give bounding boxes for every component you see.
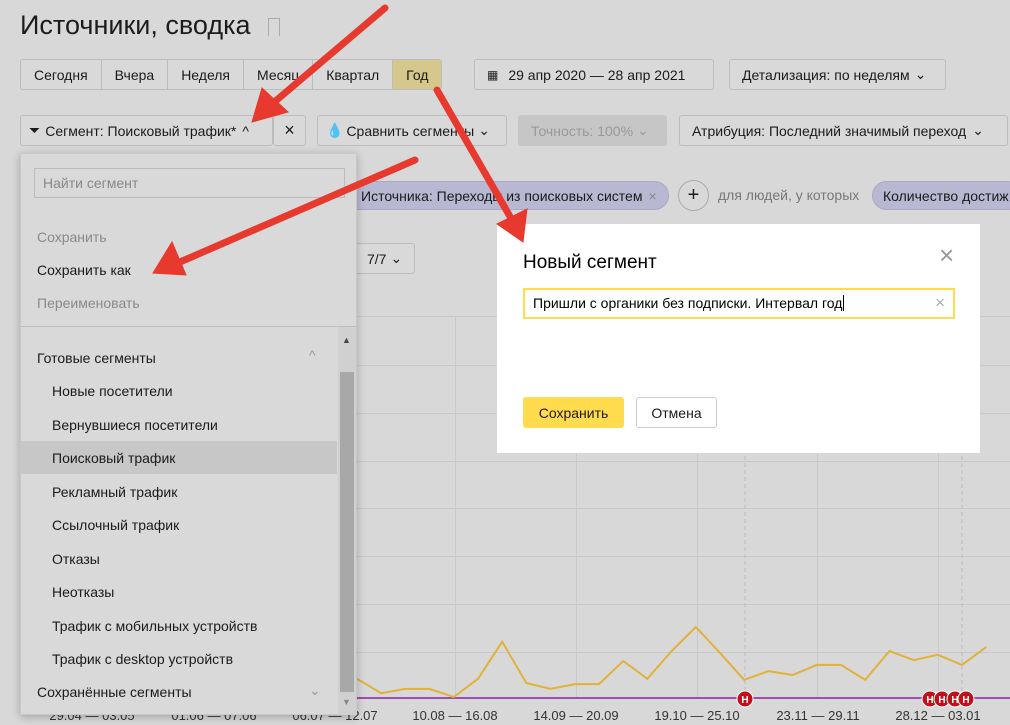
close-icon[interactable]: × — [939, 242, 954, 268]
data-point — [429, 688, 431, 690]
data-point — [622, 660, 624, 662]
data-point — [598, 683, 600, 685]
event-marker[interactable]: Н — [736, 690, 754, 708]
data-point — [380, 692, 382, 694]
data-point — [695, 626, 697, 628]
menu-rename[interactable]: Переименовать — [37, 295, 140, 311]
svg-text:Н: Н — [938, 695, 945, 706]
data-point — [719, 652, 721, 654]
x-tick-label: 19.10 — 25.10 — [654, 708, 740, 723]
segment-dropdown: Найти сегмент Сохранить Сохранить как Пе… — [20, 153, 358, 715]
data-point — [888, 650, 890, 652]
segment-item[interactable]: Трафик с desktop устройств — [21, 642, 337, 675]
data-point — [961, 664, 963, 666]
data-point — [816, 664, 818, 666]
data-point — [937, 654, 939, 656]
segment-item[interactable]: Новые посетители — [21, 374, 337, 407]
divider — [21, 326, 358, 327]
menu-save-as[interactable]: Сохранить как — [37, 262, 131, 278]
series-line — [356, 625, 987, 699]
data-point — [404, 688, 406, 690]
data-point — [913, 659, 915, 661]
svg-text:Н: Н — [951, 695, 958, 706]
event-marker[interactable]: Н — [957, 690, 975, 708]
dialog-title: Новый сегмент — [523, 252, 657, 273]
svg-text:Н: Н — [962, 695, 969, 706]
segment-item[interactable]: Вернувшиеся посетители — [21, 408, 337, 441]
svg-text:Н: Н — [741, 695, 748, 706]
data-point — [840, 664, 842, 666]
data-point — [550, 688, 552, 690]
text-cursor — [843, 295, 845, 311]
scroll-up-icon[interactable]: ▲ — [342, 335, 351, 345]
x-tick-label: 23.11 — 29.11 — [776, 708, 860, 723]
svg-text:Н: Н — [926, 695, 933, 706]
data-point — [671, 650, 673, 652]
ready-segments-header[interactable]: Готовые сегменты — [37, 350, 156, 366]
segment-item[interactable]: Рекламный трафик — [21, 475, 337, 508]
save-button[interactable]: Сохранить — [523, 397, 624, 428]
chevron-down-icon[interactable]: ⌄ — [309, 682, 321, 699]
saved-segments-header[interactable]: Сохранённые сегменты — [37, 684, 192, 700]
scrollbar-thumb[interactable] — [340, 372, 354, 692]
data-point — [453, 696, 455, 698]
segment-item[interactable]: Неотказы — [21, 575, 337, 608]
segment-item[interactable]: Отказы — [21, 542, 337, 575]
segment-item-selected[interactable]: Поисковый трафик — [21, 441, 337, 474]
segment-item[interactable]: Ссылочный трафик — [21, 508, 337, 541]
chevron-up-icon[interactable]: ^ — [309, 347, 316, 363]
data-point — [792, 674, 794, 676]
new-segment-dialog: Новый сегмент × Пришли с органики без по… — [497, 224, 980, 453]
data-point — [574, 683, 576, 685]
data-point — [525, 682, 527, 684]
x-tick-label: 14.09 — 20.09 — [533, 708, 619, 723]
data-point — [501, 641, 503, 643]
x-tick-label: 10.08 — 16.08 — [412, 708, 498, 723]
data-point — [743, 679, 745, 681]
data-point — [985, 646, 987, 648]
scroll-down-icon[interactable]: ▼ — [342, 697, 351, 707]
menu-save[interactable]: Сохранить — [37, 229, 107, 245]
segment-item[interactable]: Трафик с мобильных устройств — [21, 609, 337, 642]
data-point — [864, 679, 866, 681]
scrollbar[interactable]: ▲ ▼ — [338, 327, 356, 715]
data-point — [477, 678, 479, 680]
data-point — [646, 678, 648, 680]
x-tick-label: 28.12 — 03.01 — [895, 708, 981, 723]
segment-name-input[interactable]: Пришли с органики без подписки. Интервал… — [523, 288, 955, 319]
clear-input-icon[interactable]: × — [935, 293, 945, 313]
data-point — [767, 670, 769, 672]
segment-search-input[interactable]: Найти сегмент — [34, 168, 345, 198]
cancel-button[interactable]: Отмена — [636, 397, 717, 428]
